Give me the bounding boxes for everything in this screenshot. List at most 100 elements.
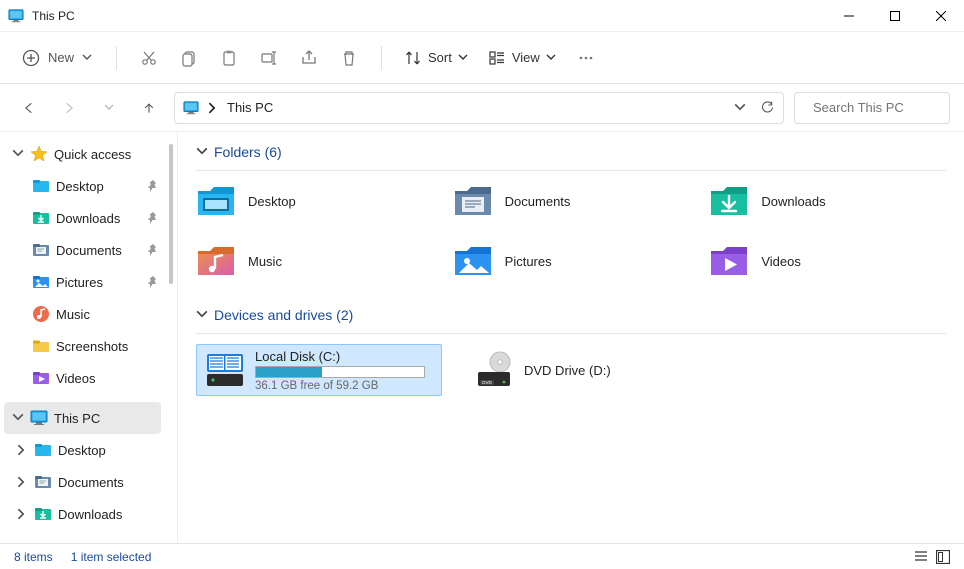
share-button[interactable] [291, 40, 327, 76]
sidebar-item-label: Desktop [56, 179, 139, 194]
up-button[interactable] [134, 93, 164, 123]
rename-button[interactable] [251, 40, 287, 76]
new-label: New [48, 50, 74, 65]
view-icon [488, 49, 506, 67]
sidebar-item-label: Screenshots [56, 339, 159, 354]
status-bar: 8 items 1 item selected [0, 543, 964, 569]
sidebar-scrollbar[interactable] [165, 132, 177, 543]
folder-downloads[interactable]: Downloads [709, 181, 946, 221]
sidebar-item-label: Downloads [58, 507, 159, 522]
address-bar[interactable]: This PC [174, 92, 784, 124]
forward-button[interactable] [54, 93, 84, 123]
folder-desktop[interactable]: Desktop [196, 181, 433, 221]
videos-icon [32, 369, 50, 387]
sidebar-item-downloads[interactable]: Downloads [0, 202, 165, 234]
pictures-folder-icon [453, 244, 493, 278]
folder-label: Downloads [761, 194, 825, 209]
sidebar-quick-access-label: Quick access [54, 147, 159, 162]
content-area: Folders (6) Desktop Documents Downloads … [178, 132, 964, 543]
delete-button[interactable] [331, 40, 367, 76]
folder-icon [32, 337, 50, 355]
toolbar: New Sort View [0, 32, 964, 84]
sidebar-item-videos[interactable]: Videos [0, 362, 165, 394]
trash-icon [340, 49, 358, 67]
status-item-count: 8 items [14, 550, 53, 564]
breadcrumb-this-pc[interactable]: This PC [227, 100, 273, 115]
sort-button[interactable]: Sort [396, 40, 476, 76]
chevron-right-icon[interactable] [16, 476, 28, 488]
folder-pictures[interactable]: Pictures [453, 241, 690, 281]
minimize-button[interactable] [826, 0, 872, 32]
desktop-icon [32, 177, 50, 195]
chevron-down-icon[interactable] [196, 146, 208, 158]
sidebar-this-pc[interactable]: This PC [4, 402, 161, 434]
drive-name: DVD Drive (D:) [524, 363, 704, 378]
folder-videos[interactable]: Videos [709, 241, 946, 281]
new-button[interactable]: New [12, 40, 102, 76]
sidebar-item-pictures[interactable]: Pictures [0, 266, 165, 298]
sidebar-item-label: Music [56, 307, 159, 322]
pictures-icon [32, 273, 50, 291]
share-icon [300, 49, 318, 67]
chevron-right-icon[interactable] [16, 508, 28, 520]
desktop-icon [34, 441, 52, 459]
drive-dvd-d[interactable]: DVD Drive (D:) [466, 344, 712, 396]
drive-local-c[interactable]: Local Disk (C:) 36.1 GB free of 59.2 GB [196, 344, 442, 396]
chevron-right-icon [207, 102, 219, 114]
paste-button[interactable] [211, 40, 247, 76]
sidebar-quick-access[interactable]: Quick access [0, 138, 165, 170]
folder-documents[interactable]: Documents [453, 181, 690, 221]
sidebar-item-desktop[interactable]: Desktop [0, 170, 165, 202]
music-icon [32, 305, 50, 323]
monitor-icon [8, 8, 24, 24]
monitor-icon [30, 409, 48, 427]
drive-free-text: 36.1 GB free of 59.2 GB [255, 380, 433, 392]
chevron-down-icon[interactable] [12, 148, 24, 160]
more-button[interactable] [568, 40, 604, 76]
pin-icon [145, 179, 159, 193]
recent-locations-button[interactable] [94, 93, 124, 123]
view-button[interactable]: View [480, 40, 564, 76]
sort-label: Sort [428, 50, 452, 65]
sidebar-item-music[interactable]: Music [0, 298, 165, 330]
chevron-down-icon[interactable] [734, 102, 746, 114]
copy-button[interactable] [171, 40, 207, 76]
videos-folder-icon [709, 244, 749, 278]
sidebar-pc-downloads[interactable]: Downloads [0, 498, 165, 530]
section-folders-head[interactable]: Folders (6) [196, 140, 946, 166]
chevron-right-icon[interactable] [16, 444, 28, 456]
chevron-down-icon[interactable] [196, 309, 208, 321]
search-box[interactable] [794, 92, 950, 124]
back-button[interactable] [14, 93, 44, 123]
sidebar-item-label: Pictures [56, 275, 139, 290]
chevron-down-icon[interactable] [12, 412, 24, 424]
cut-icon [140, 49, 158, 67]
tiles-view-icon[interactable] [936, 550, 950, 564]
sidebar-item-screenshots[interactable]: Screenshots [0, 330, 165, 362]
close-button[interactable] [918, 0, 964, 32]
monitor-icon [183, 100, 199, 116]
chevron-down-icon [458, 53, 468, 63]
sidebar-pc-desktop[interactable]: Desktop [0, 434, 165, 466]
refresh-icon[interactable] [760, 100, 775, 115]
downloads-folder-icon [709, 184, 749, 218]
sidebar-item-label: Downloads [56, 211, 139, 226]
cut-button[interactable] [131, 40, 167, 76]
details-view-icon[interactable] [914, 550, 928, 564]
drive-name: Local Disk (C:) [255, 349, 433, 364]
sidebar-pc-documents[interactable]: Documents [0, 466, 165, 498]
sort-icon [404, 49, 422, 67]
desktop-folder-icon [196, 184, 236, 218]
folder-label: Pictures [505, 254, 552, 269]
sidebar-item-documents[interactable]: Documents [0, 234, 165, 266]
documents-folder-icon [453, 184, 493, 218]
folder-music[interactable]: Music [196, 241, 433, 281]
sidebar-item-label: Documents [58, 475, 159, 490]
pin-icon [145, 243, 159, 257]
section-drives-head[interactable]: Devices and drives (2) [196, 303, 946, 329]
section-folders-title: Folders (6) [214, 144, 282, 160]
maximize-button[interactable] [872, 0, 918, 32]
star-icon [30, 145, 48, 163]
search-input[interactable] [813, 100, 964, 115]
window-title: This PC [32, 9, 75, 23]
